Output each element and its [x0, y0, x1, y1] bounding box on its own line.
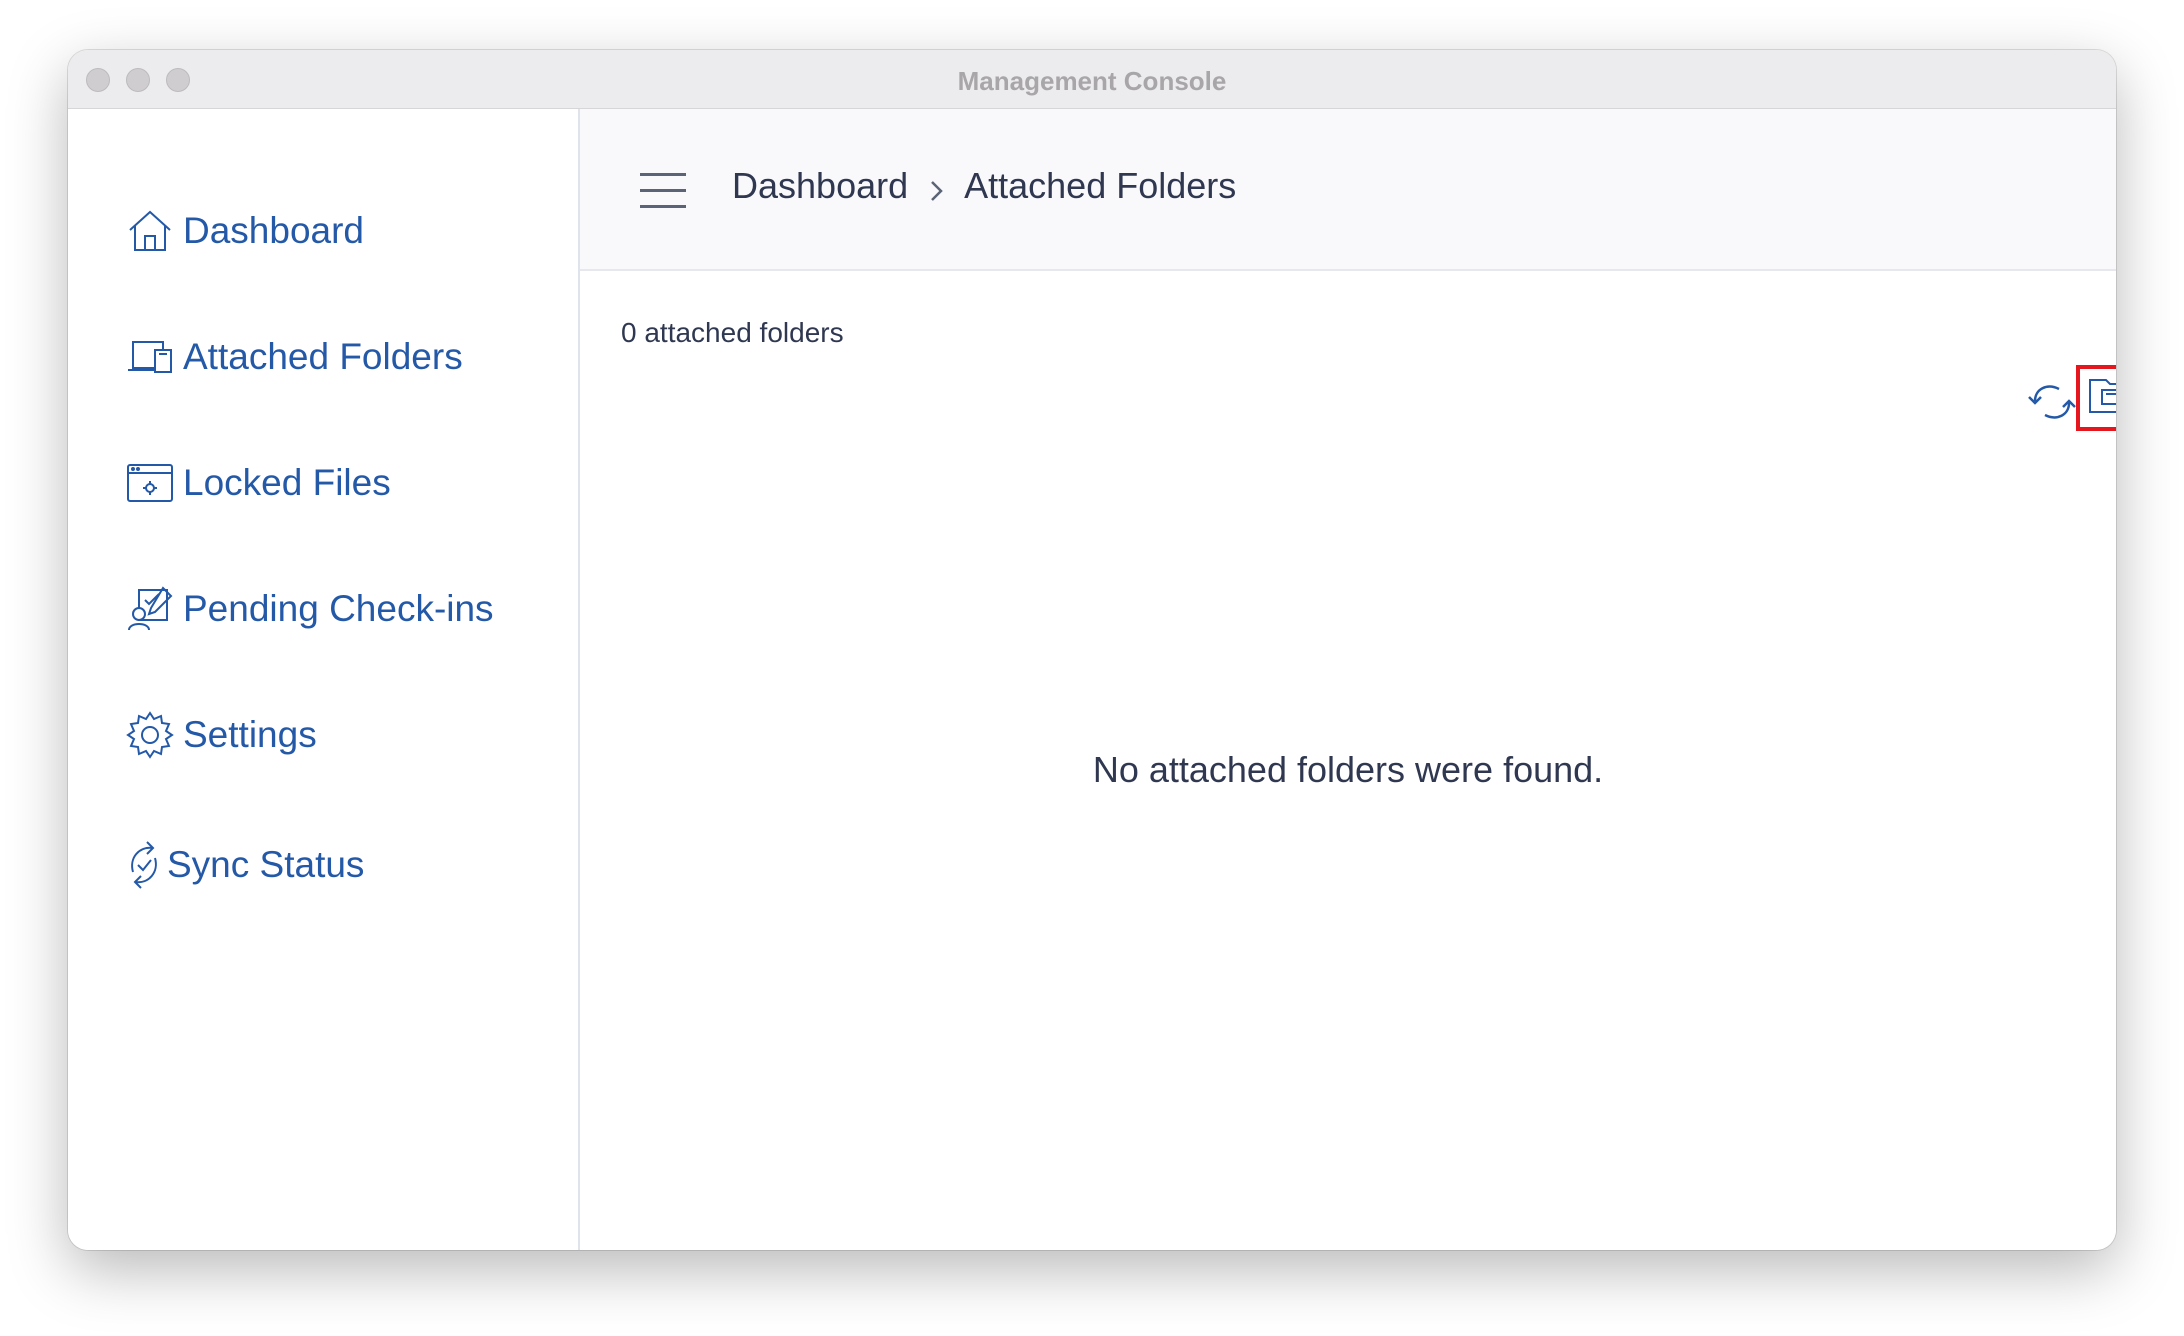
sidebar-item-sync-status[interactable]: Sync Status [125, 835, 364, 895]
locked-files-icon [125, 458, 175, 508]
title-bar: Management Console [68, 50, 2116, 109]
sidebar-item-label: Attached Folders [183, 336, 463, 377]
menu-toggle-button[interactable] [640, 173, 686, 209]
sidebar-item-label: Dashboard [183, 210, 365, 251]
gear-icon [125, 710, 175, 760]
home-icon [125, 206, 175, 256]
add-folder-icon [2086, 372, 2116, 425]
main-content: Dashboard Attached Folders 0 attached fo… [580, 109, 2116, 1250]
sidebar-item-attached-folders[interactable]: Attached Folders [125, 327, 463, 387]
window-title: Management Console [957, 66, 1227, 96]
sidebar-item-label: Sync Status [167, 844, 365, 885]
breadcrumb-dashboard[interactable]: Dashboard [732, 165, 908, 207]
sidebar-item-locked-files[interactable]: Locked Files [125, 453, 391, 513]
sidebar-item-dashboard[interactable]: Dashboard [125, 201, 364, 261]
sidebar-item-label: Locked Files [183, 462, 391, 503]
refresh-icon [2025, 385, 2079, 433]
app-window: Management Console Dashboard Attached Fo… [68, 50, 2116, 1250]
page-header: Dashboard Attached Folders [580, 109, 2116, 271]
empty-state-message: No attached folders were found. [1092, 749, 1604, 790]
sync-status-icon [125, 840, 163, 890]
chevron-right-icon [922, 172, 950, 201]
attach-folder-button[interactable] [2076, 365, 2116, 431]
pending-checkins-icon [125, 584, 175, 634]
folder-count: 0 attached folders [621, 317, 844, 348]
attached-folders-icon [125, 332, 175, 382]
sidebar-item-label: Pending Check-ins [183, 588, 494, 629]
refresh-button[interactable] [2025, 375, 2079, 429]
breadcrumb: Dashboard Attached Folders [732, 165, 1236, 207]
sidebar: Dashboard Attached Folders Locked Files … [68, 109, 580, 1250]
sidebar-item-pending-checkins[interactable]: Pending Check-ins [125, 579, 494, 639]
breadcrumb-current: Attached Folders [964, 165, 1237, 206]
sidebar-item-settings[interactable]: Settings [125, 705, 317, 765]
sidebar-item-label: Settings [183, 714, 317, 755]
